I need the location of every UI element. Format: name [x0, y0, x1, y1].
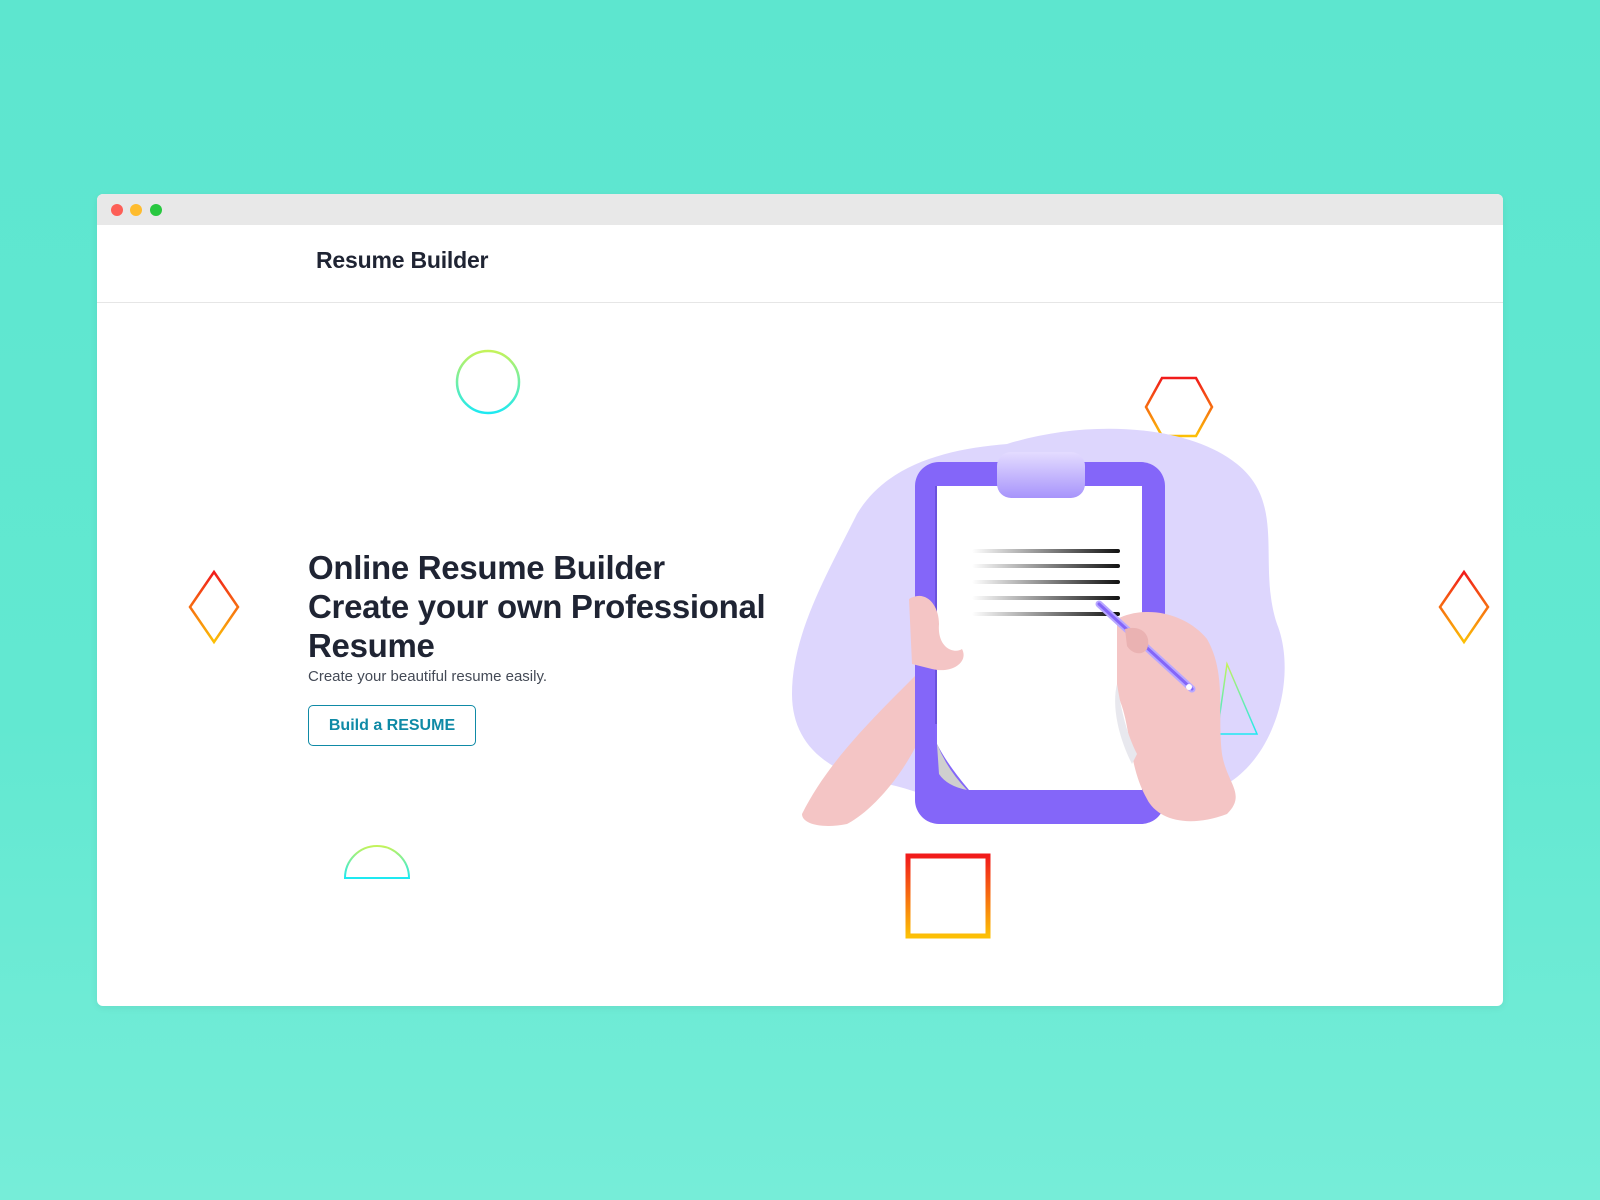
hero-title-line: Create your own Professional	[308, 588, 766, 625]
diamond-decoration-right-icon	[1438, 569, 1490, 645]
hero-title: Online Resume Builder Create your own Pr…	[308, 548, 828, 665]
hero-title-line: Resume	[308, 627, 435, 664]
semicircle-decoration-icon	[343, 845, 411, 879]
browser-window: Resume Builder Online Resume Builder Cre…	[97, 194, 1503, 1006]
hero-subtitle: Create your beautiful resume easily.	[308, 668, 548, 685]
minimize-window-button[interactable]	[130, 204, 142, 216]
close-window-button[interactable]	[111, 204, 123, 216]
build-resume-button[interactable]: Build a RESUME	[308, 705, 476, 746]
clipboard-illustration-icon	[792, 428, 1285, 826]
diamond-decoration-left-icon	[188, 569, 240, 645]
hero-title-line: Online Resume Builder	[308, 549, 665, 586]
window-titlebar	[97, 194, 1503, 225]
brand-logo-text[interactable]: Resume Builder	[316, 247, 489, 274]
circle-decoration-icon	[455, 349, 521, 415]
navbar: Resume Builder	[97, 225, 1503, 303]
maximize-window-button[interactable]	[150, 204, 162, 216]
